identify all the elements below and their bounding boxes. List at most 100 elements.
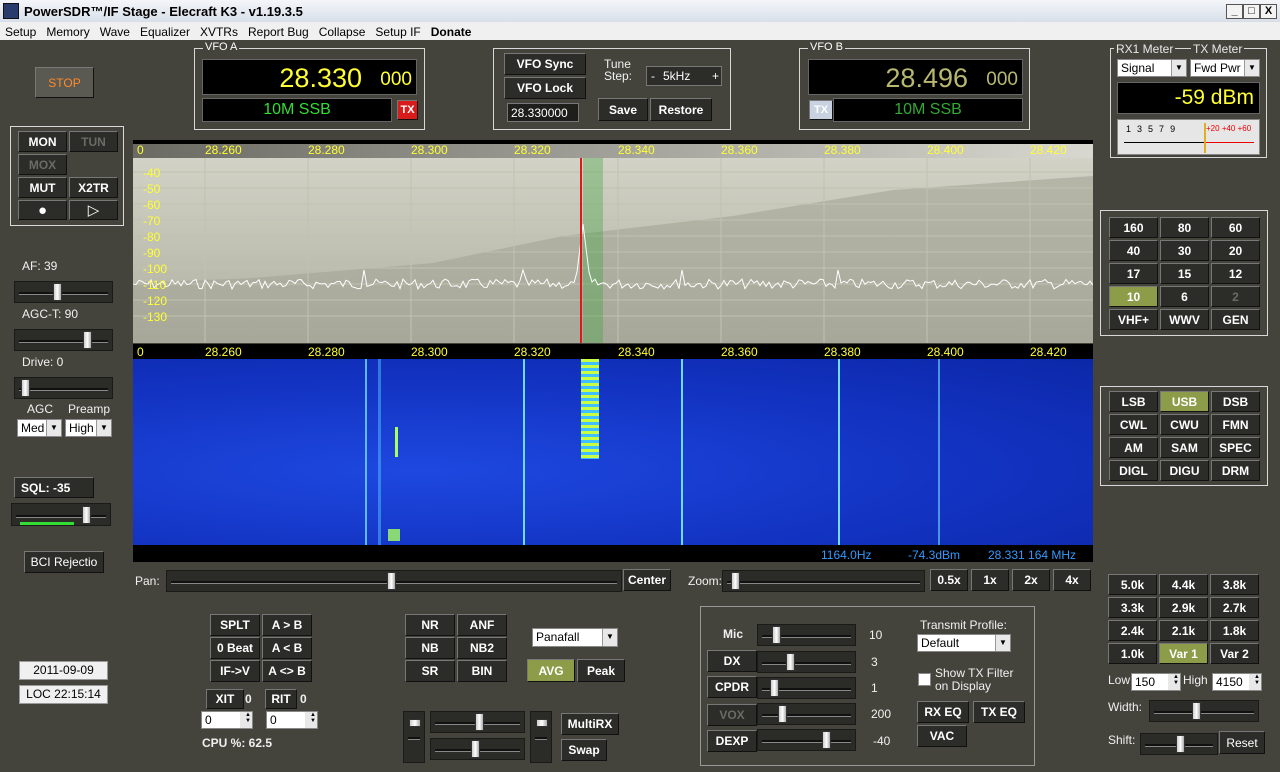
- cpdr-thumb[interactable]: [770, 679, 779, 697]
- mic-slider[interactable]: [757, 624, 856, 646]
- maximize-button[interactable]: □: [1243, 4, 1260, 19]
- a-swap-b-button[interactable]: A <> B: [262, 660, 312, 682]
- filter-width-slider[interactable]: [1149, 700, 1259, 722]
- b-to-a-button[interactable]: A < B: [262, 637, 312, 659]
- nb-button[interactable]: NB: [405, 637, 455, 659]
- center-button[interactable]: Center: [623, 569, 671, 591]
- vox-button[interactable]: VOX: [707, 704, 757, 726]
- dexp-button[interactable]: DEXP: [707, 730, 757, 752]
- menu-report-bug[interactable]: Report Bug: [243, 22, 314, 39]
- vfo-freq-input[interactable]: 28.330000: [507, 103, 579, 122]
- filter-width-thumb[interactable]: [1192, 702, 1201, 720]
- menu-donate[interactable]: Donate: [426, 22, 477, 39]
- minimize-button[interactable]: _: [1226, 4, 1243, 19]
- menu-setup[interactable]: Setup: [0, 22, 41, 39]
- multirx-button[interactable]: MultiRX: [561, 713, 619, 735]
- save-button[interactable]: Save: [598, 98, 648, 121]
- bin-button[interactable]: BIN: [457, 660, 507, 682]
- cpdr-slider[interactable]: [757, 677, 856, 699]
- mon-button[interactable]: MON: [18, 131, 67, 152]
- close-button[interactable]: X: [1260, 4, 1277, 19]
- sr-button[interactable]: SR: [405, 660, 455, 682]
- show-tx-filter-checkbox[interactable]: [918, 673, 931, 686]
- nb2-button[interactable]: NB2: [457, 637, 507, 659]
- pan-slider[interactable]: [166, 570, 622, 592]
- rx-vertical-slider-1[interactable]: [403, 711, 425, 763]
- waterfall[interactable]: 0 28.260 28.280 28.300 28.320 28.340 28.360 28.…: [133, 344, 1093, 562]
- zoom-1x-button[interactable]: 1x: [971, 569, 1009, 591]
- drive-slider[interactable]: [14, 377, 113, 399]
- xit-button[interactable]: XIT: [206, 689, 244, 709]
- mode-usb-button[interactable]: USB: [1160, 391, 1209, 412]
- filter-shift-slider[interactable]: [1140, 733, 1218, 755]
- filter-1-8k-button[interactable]: 1.8k: [1210, 620, 1259, 641]
- menu-wave[interactable]: Wave: [95, 22, 135, 39]
- anf-button[interactable]: ANF: [457, 614, 507, 636]
- vac-button[interactable]: VAC: [917, 725, 967, 747]
- mode-am-button[interactable]: AM: [1109, 437, 1158, 458]
- filter-3-8k-button[interactable]: 3.8k: [1210, 574, 1259, 595]
- agc-select[interactable]: Med: [17, 419, 62, 437]
- af-slider[interactable]: [14, 281, 113, 303]
- band-2-button[interactable]: 2: [1211, 286, 1260, 307]
- filter-3-3k-button[interactable]: 3.3k: [1108, 597, 1157, 618]
- panadapter[interactable]: 0 28.260 28.280 28.300 28.320 28.340 28.360 28.…: [133, 140, 1093, 343]
- agct-slider-thumb[interactable]: [83, 331, 92, 349]
- agct-slider[interactable]: [14, 329, 113, 351]
- splt-button[interactable]: SPLT: [210, 614, 260, 636]
- mode-drm-button[interactable]: DRM: [1211, 460, 1260, 481]
- rx-vertical-slider-2[interactable]: [530, 711, 552, 763]
- mode-lsb-button[interactable]: LSB: [1109, 391, 1158, 412]
- filter-1-0k-button[interactable]: 1.0k: [1108, 643, 1157, 664]
- rx-meter-select[interactable]: Signal: [1117, 59, 1187, 77]
- zoom-2x-button[interactable]: 2x: [1012, 569, 1050, 591]
- zoom-4x-button[interactable]: 4x: [1053, 569, 1091, 591]
- filter-4-4k-button[interactable]: 4.4k: [1159, 574, 1208, 595]
- tx-eq-button[interactable]: TX EQ: [973, 701, 1025, 723]
- dexp-thumb[interactable]: [822, 731, 831, 749]
- mode-dsb-button[interactable]: DSB: [1211, 391, 1260, 412]
- rit-spin-input[interactable]: 0: [266, 711, 318, 729]
- a-to-b-button[interactable]: A > B: [262, 614, 312, 636]
- mode-digl-button[interactable]: DIGL: [1109, 460, 1158, 481]
- filter-2-1k-button[interactable]: 2.1k: [1159, 620, 1208, 641]
- tune-step-minus[interactable]: -: [651, 69, 655, 83]
- xit-spin-input[interactable]: 0: [201, 711, 253, 729]
- zoom-0.5x-button[interactable]: 0.5x: [930, 569, 968, 591]
- vfo-sync-button[interactable]: VFO Sync: [504, 53, 586, 75]
- mode-digu-button[interactable]: DIGU: [1160, 460, 1209, 481]
- menu-setup-if[interactable]: Setup IF: [370, 22, 425, 39]
- filter-5-0k-button[interactable]: 5.0k: [1108, 574, 1157, 595]
- mode-cwl-button[interactable]: CWL: [1109, 414, 1158, 435]
- tun-button[interactable]: TUN: [69, 131, 118, 152]
- filter-var-1-button[interactable]: Var 1: [1159, 643, 1208, 664]
- zero-beat-button[interactable]: 0 Beat: [210, 637, 260, 659]
- vfo-b-tx-button[interactable]: TX: [809, 100, 833, 120]
- if-to-v-button[interactable]: IF->V: [210, 660, 260, 682]
- sql-slider[interactable]: [11, 503, 111, 526]
- filter-2-4k-button[interactable]: 2.4k: [1108, 620, 1157, 641]
- sql-button[interactable]: SQL: -35: [14, 477, 94, 498]
- dx-button[interactable]: DX: [707, 650, 757, 672]
- filter-var-2-button[interactable]: Var 2: [1210, 643, 1259, 664]
- record-icon[interactable]: ●: [18, 200, 67, 220]
- filter-2-7k-button[interactable]: 2.7k: [1210, 597, 1259, 618]
- vfo-b-freq-display[interactable]: 28.496 000: [808, 59, 1023, 95]
- mode-cwu-button[interactable]: CWU: [1160, 414, 1209, 435]
- rx-pan-thumb[interactable]: [475, 713, 484, 731]
- band-gen-button[interactable]: GEN: [1211, 309, 1260, 330]
- rx-gain-thumb[interactable]: [471, 740, 480, 758]
- pan-slider-thumb[interactable]: [387, 572, 396, 590]
- preamp-select[interactable]: High: [65, 419, 112, 437]
- menu-memory[interactable]: Memory: [41, 22, 94, 39]
- band-30-button[interactable]: 30: [1160, 240, 1209, 261]
- tx-meter-select[interactable]: Fwd Pwr: [1190, 59, 1260, 77]
- bci-rejection-button[interactable]: BCI Rejectio: [24, 551, 104, 573]
- rx-vslider-1-thumb[interactable]: [409, 719, 421, 727]
- mode-spec-button[interactable]: SPEC: [1211, 437, 1260, 458]
- rx-gain-slider[interactable]: [430, 738, 525, 760]
- swap-button[interactable]: Swap: [561, 739, 607, 761]
- menu-xvtrs[interactable]: XVTRs: [195, 22, 243, 39]
- stop-button[interactable]: STOP: [35, 67, 94, 98]
- vfo-a-freq-display[interactable]: 28.330 000: [202, 59, 417, 95]
